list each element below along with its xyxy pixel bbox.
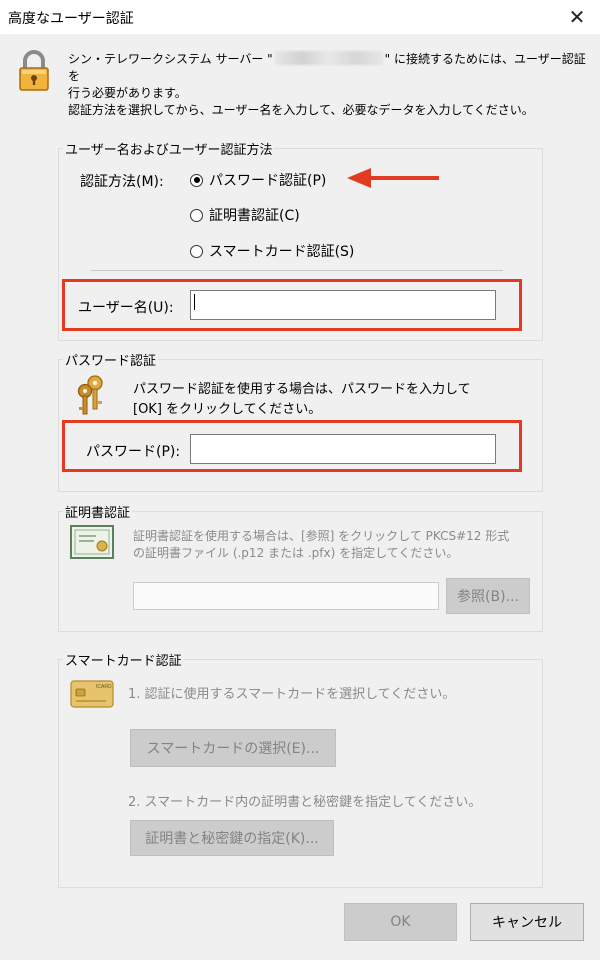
cert-description: 証明書認証を使用する場合は、[参照] をクリックして PKCS#12 形式 の証… [133,528,509,562]
radio-button[interactable] [190,208,203,222]
redacted-server-name [274,51,383,65]
password-description: パスワード認証を使用する場合は、パスワードを入力して [OK] をクリックしてく… [133,380,471,420]
intro-line2: 行う必要があります。 [68,86,187,100]
smartcard-step2: 2. スマートカード内の証明書と秘密鍵を指定してください。 [128,795,482,810]
radio-smartcard-auth[interactable]: スマートカード認証(S) [190,241,354,261]
username-input[interactable] [190,290,496,320]
radio-button[interactable] [190,244,203,258]
close-button[interactable]: ✕ [554,0,600,34]
lock-icon [19,50,49,91]
intro-text: シン・テレワークシステム サーバー " " に接続するためには、ユーザー認証を 行… [68,51,588,119]
smartcard-group-title: スマートカード認証 [63,650,184,669]
radio-password-label: パスワード認証(P) [209,173,327,189]
ok-button[interactable]: OK [344,903,457,941]
user-auth-group-title: ユーザー名およびユーザー認証方法 [63,139,275,158]
cert-file-input[interactable] [133,582,439,610]
radio-cert-label: 証明書認証(C) [209,208,300,224]
radio-password-auth[interactable]: パスワード認証(P) [190,170,326,190]
annotation-arrow-icon [347,168,439,188]
radio-smartcard-label: スマートカード認証(S) [209,244,355,260]
keys-icon [77,375,103,415]
separator [90,270,503,271]
window-title: 高度なユーザー認証 [8,11,134,27]
cert-desc-line2: の証明書ファイル (.p12 または .pfx) を指定してください。 [133,546,459,560]
password-desc-line1: パスワード認証を使用する場合は、パスワードを入力して [133,382,471,397]
cancel-button[interactable]: キャンセル [470,903,584,941]
password-input[interactable] [190,434,496,464]
smartcard-icon: ICARD [70,680,114,708]
password-label: パスワード(P): [86,444,181,460]
intro-line1-start: シン・テレワークシステム サーバー " [68,52,273,66]
password-group-title: パスワード認証 [63,350,159,369]
cert-group-title: 証明書認証 [63,502,133,521]
password-desc-line2: [OK] をクリックしてください。 [133,402,322,417]
radio-cert-auth[interactable]: 証明書認証(C) [190,205,300,225]
radio-button-checked[interactable] [190,173,203,187]
intro-line3: 認証方法を選択してから、ユーザー名を入力して、必要なデータを入力してください。 [68,103,534,117]
close-icon: ✕ [568,5,586,29]
browse-button[interactable]: 参照(B)... [446,578,530,614]
auth-method-label: 認証方法(M): [80,174,164,190]
smartcard-step1: 1. 認証に使用するスマートカードを選択してください。 [128,687,456,702]
text-caret [194,294,195,310]
smartcard-icon-text: ICARD [96,684,112,690]
select-smartcard-button[interactable]: スマートカードの選択(E)... [130,729,336,767]
certificate-icon [70,525,114,559]
specify-cert-key-button[interactable]: 証明書と秘密鍵の指定(K)... [130,820,334,856]
username-label: ユーザー名(U): [78,300,174,316]
cert-desc-line1: 証明書認証を使用する場合は、[参照] をクリックして PKCS#12 形式 [133,529,510,543]
